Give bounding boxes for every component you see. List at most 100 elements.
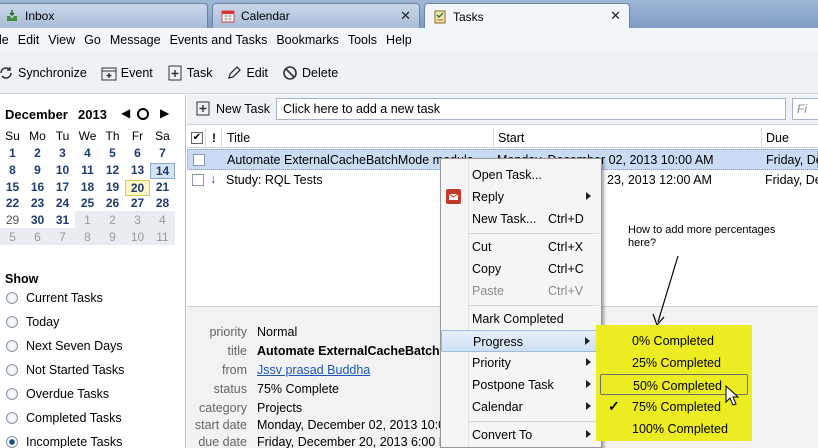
minimonth-day[interactable]: 7 — [50, 230, 75, 246]
delete-button[interactable]: Delete — [282, 65, 338, 81]
menu-item-paste[interactable]: Paste Ctrl+V — [441, 280, 601, 302]
minimonth-day[interactable]: 1 — [75, 213, 100, 229]
minimonth-day[interactable]: 25 — [75, 196, 100, 212]
minimonth-day[interactable]: 22 — [0, 196, 25, 212]
menu-item-copy[interactable]: Copy Ctrl+C — [441, 258, 601, 280]
minimonth-day[interactable]: 16 — [25, 180, 50, 196]
minimonth-day[interactable]: 2 — [100, 213, 125, 229]
minimonth-day[interactable]: 5 — [100, 146, 125, 162]
minimonth-day[interactable]: 8 — [75, 230, 100, 246]
minimonth-day[interactable]: 10 — [50, 163, 75, 179]
menu-file[interactable]: le — [0, 33, 9, 47]
tab-tasks[interactable]: Tasks ✕ — [424, 3, 630, 29]
filter-today[interactable]: Today — [6, 315, 59, 329]
progress-100-percent[interactable]: 100% Completed — [600, 418, 748, 439]
minimonth-day[interactable]: 6 — [25, 230, 50, 246]
minimonth-day[interactable]: 13 — [125, 163, 150, 179]
minimonth-day[interactable]: 7 — [150, 146, 175, 162]
menu-go[interactable]: Go — [84, 33, 101, 47]
close-icon[interactable]: ✕ — [400, 8, 411, 24]
minimonth-day[interactable]: 8 — [0, 163, 25, 179]
minimonth-day[interactable]: 23 — [25, 196, 50, 212]
menu-item-new-task[interactable]: New Task... Ctrl+D — [441, 208, 601, 230]
menu-events-and-tasks[interactable]: Events and Tasks — [170, 33, 268, 47]
minimonth-day-today[interactable]: 20 — [125, 180, 150, 196]
minimonth-day[interactable]: 15 — [0, 180, 25, 196]
close-icon[interactable]: ✕ — [610, 8, 621, 24]
menu-view[interactable]: View — [48, 33, 75, 47]
minimonth-day[interactable]: 18 — [75, 180, 100, 196]
progress-25-percent[interactable]: 25% Completed — [600, 352, 748, 373]
menu-edit[interactable]: Edit — [18, 33, 40, 47]
filter-next-seven-days[interactable]: Next Seven Days — [6, 339, 123, 353]
filter-incomplete[interactable]: Incomplete Tasks — [6, 435, 122, 448]
task-checkbox[interactable] — [192, 174, 204, 186]
menu-item-calendar[interactable]: Calendar — [441, 396, 601, 418]
detail-from-link[interactable]: Jssv prasad Buddha — [257, 363, 370, 377]
column-start[interactable]: Start — [498, 131, 524, 145]
filter-not-started[interactable]: Not Started Tasks — [6, 363, 124, 377]
menu-message[interactable]: Message — [110, 33, 161, 47]
minimonth-day[interactable]: 27 — [125, 196, 150, 212]
tab-calendar[interactable]: Calendar ✕ — [212, 3, 420, 28]
menu-item-reply[interactable]: Reply — [441, 186, 601, 208]
minimonth-month[interactable]: December — [5, 107, 68, 122]
today-icon[interactable] — [137, 108, 149, 120]
minimonth-day[interactable]: 2 — [25, 146, 50, 162]
filter-completed[interactable]: Completed Tasks — [6, 411, 122, 425]
menu-item-mark-completed[interactable]: Mark Completed — [441, 308, 601, 330]
minimonth-day[interactable]: 26 — [100, 196, 125, 212]
minimonth-day[interactable]: 11 — [150, 230, 175, 246]
minimonth-day[interactable]: 21 — [150, 180, 175, 196]
completed-column-icon[interactable]: ✔ — [191, 132, 203, 144]
new-task-toolbar-button[interactable]: Task — [167, 65, 212, 81]
minimonth-day-selected[interactable]: 14 — [150, 163, 175, 179]
menu-item-priority[interactable]: Priority — [441, 352, 601, 374]
edit-button[interactable]: Edit — [226, 65, 268, 81]
minimonth-day[interactable]: 4 — [75, 146, 100, 162]
minimonth-day[interactable]: 29 — [0, 213, 25, 229]
radio-button[interactable] — [6, 412, 18, 424]
menu-tools[interactable]: Tools — [348, 33, 377, 47]
priority-column-icon[interactable]: ! — [212, 131, 216, 145]
filter-input[interactable]: Fi — [792, 98, 818, 120]
minimonth-day[interactable]: 5 — [0, 230, 25, 246]
menu-bookmarks[interactable]: Bookmarks — [276, 33, 339, 47]
new-event-button[interactable]: Event — [101, 65, 153, 81]
radio-button[interactable] — [6, 364, 18, 376]
radio-button[interactable] — [6, 340, 18, 352]
minimonth-day[interactable]: 28 — [150, 196, 175, 212]
previous-month-icon[interactable]: ◀ — [121, 106, 130, 120]
task-checkbox[interactable] — [193, 154, 205, 166]
menu-item-convert-to[interactable]: Convert To — [441, 424, 601, 446]
minimonth-day[interactable]: 1 — [0, 146, 25, 162]
minimonth-day[interactable]: 17 — [50, 180, 75, 196]
tab-inbox[interactable]: Inbox — [0, 3, 208, 28]
menu-item-progress[interactable]: Progress — [441, 330, 601, 352]
minimonth-day[interactable]: 19 — [100, 180, 125, 196]
minimonth-day[interactable]: 31 — [50, 213, 75, 229]
minimonth-day[interactable]: 24 — [50, 196, 75, 212]
filter-overdue[interactable]: Overdue Tasks — [6, 387, 109, 401]
radio-button[interactable] — [6, 388, 18, 400]
new-task-button[interactable]: New Task — [216, 102, 270, 116]
menu-item-cut[interactable]: Cut Ctrl+X — [441, 236, 601, 258]
synchronize-button[interactable]: Synchronize — [0, 65, 87, 81]
menu-item-postpone-task[interactable]: Postpone Task — [441, 374, 601, 396]
minimonth-day[interactable]: 10 — [125, 230, 150, 246]
minimonth-day[interactable]: 12 — [100, 163, 125, 179]
minimonth-day[interactable]: 11 — [75, 163, 100, 179]
minimonth-day[interactable]: 4 — [150, 213, 175, 229]
radio-button[interactable] — [6, 316, 18, 328]
new-task-input[interactable]: Click here to add a new task — [276, 98, 786, 120]
minimonth-day[interactable]: 3 — [125, 213, 150, 229]
radio-button[interactable] — [6, 292, 18, 304]
minimonth-day[interactable]: 30 — [25, 213, 50, 229]
column-title[interactable]: Title — [227, 131, 250, 145]
progress-0-percent[interactable]: 0% Completed — [600, 330, 748, 351]
menu-item-open-task[interactable]: Open Task... — [441, 164, 601, 186]
minimonth-day[interactable]: 6 — [125, 146, 150, 162]
minimonth-day[interactable]: 3 — [50, 146, 75, 162]
menu-help[interactable]: Help — [386, 33, 412, 47]
radio-button-selected[interactable] — [6, 436, 18, 448]
